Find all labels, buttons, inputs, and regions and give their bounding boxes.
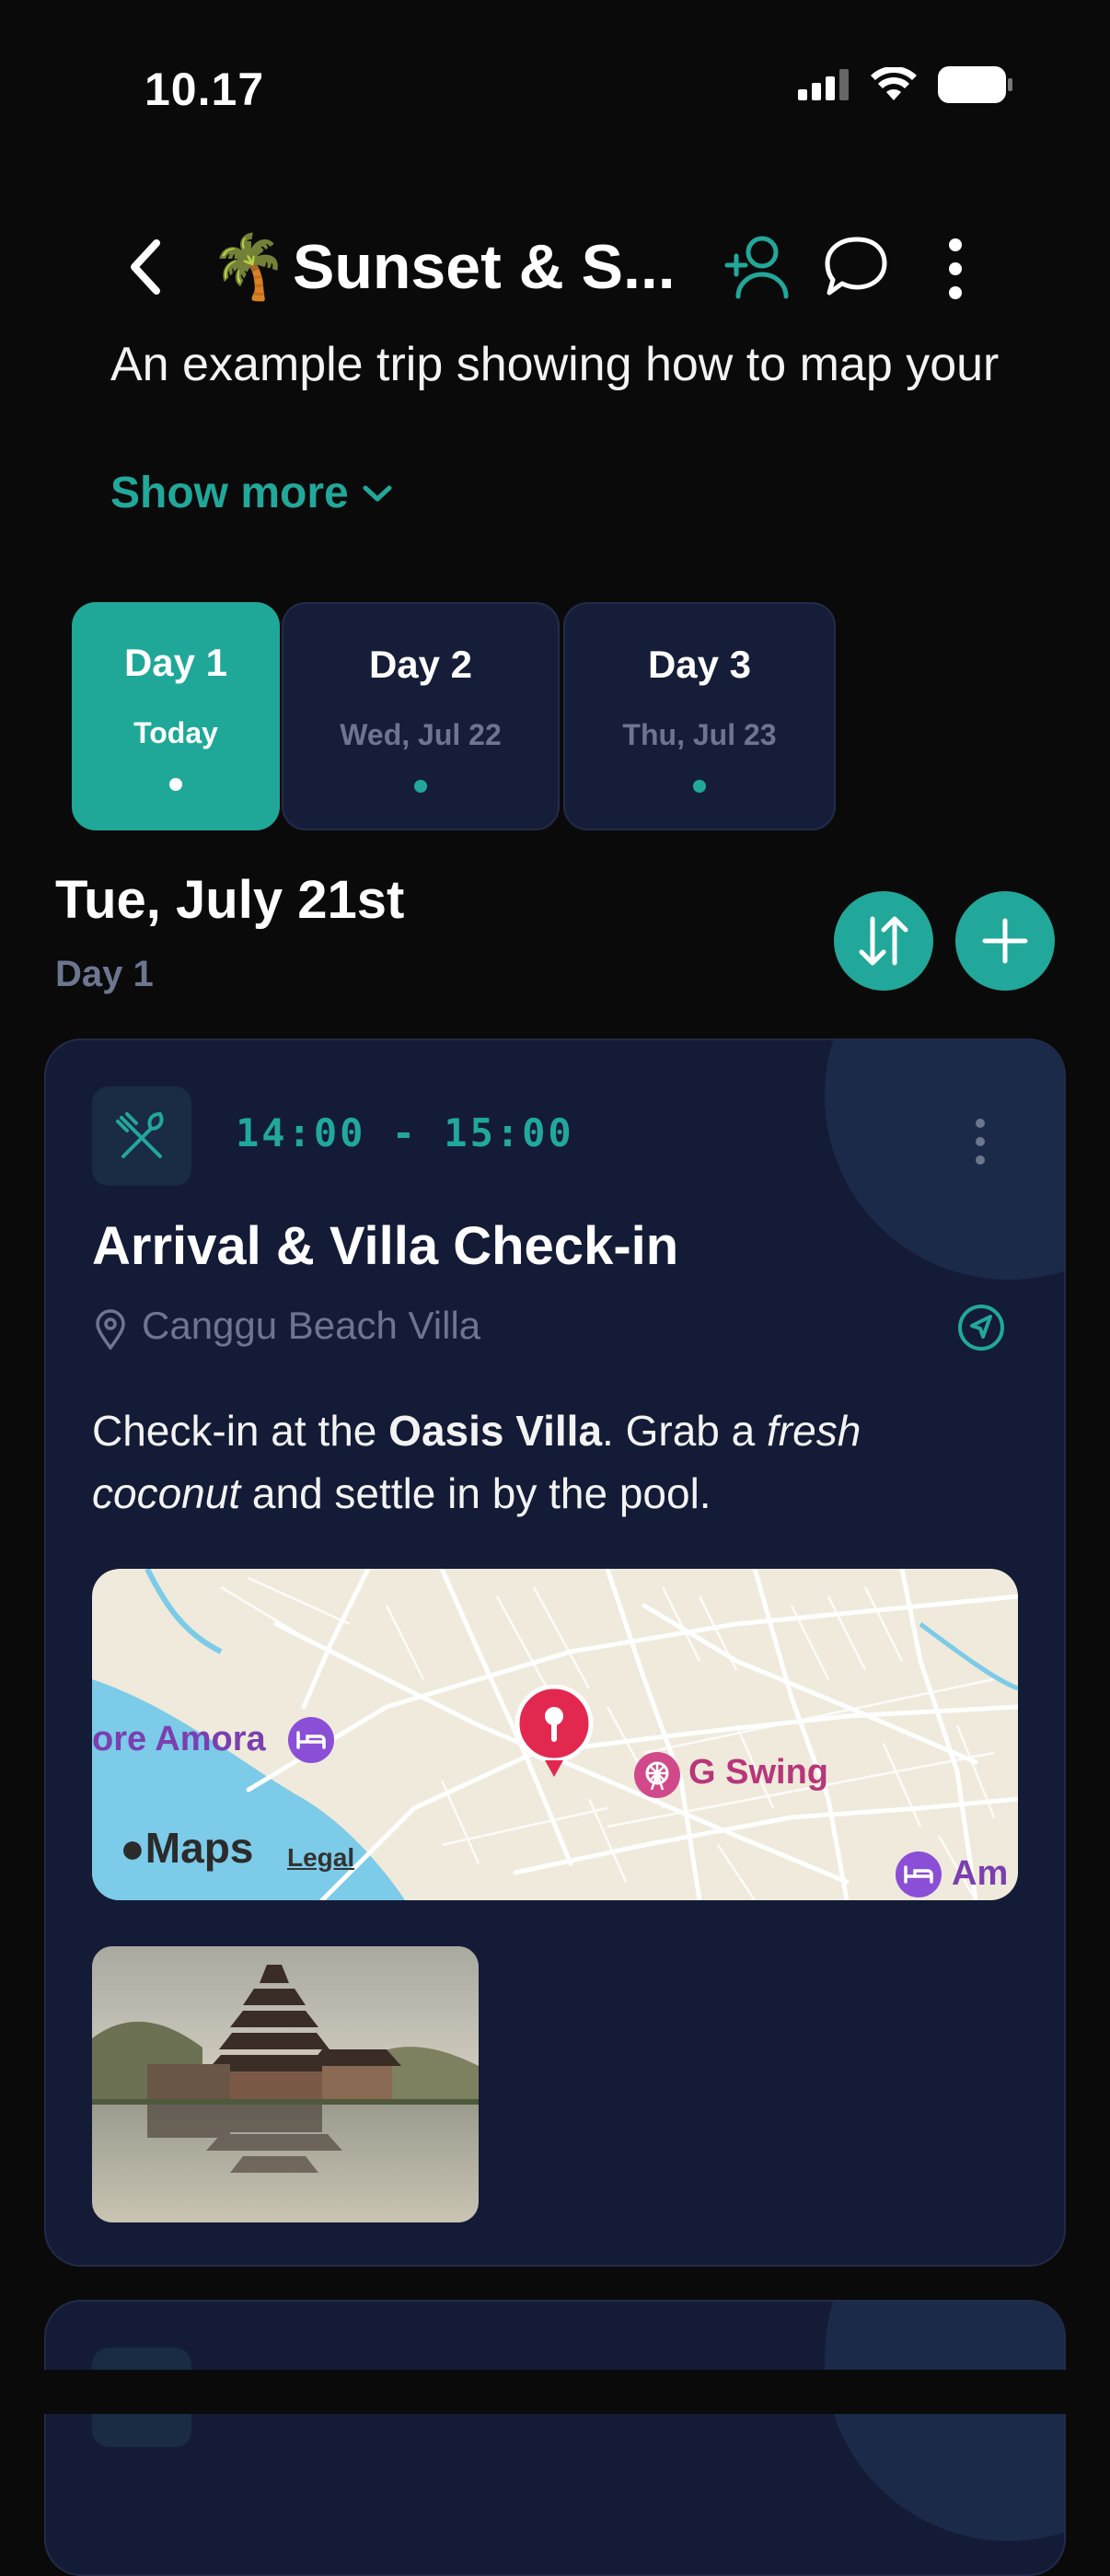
sort-arrows-icon — [859, 916, 908, 966]
add-event-button[interactable] — [955, 891, 1055, 991]
map-pin-icon — [515, 1685, 594, 1777]
desc-bold: Oasis Villa — [388, 1407, 603, 1455]
event-card[interactable]: 14:00 - 15:00 Arrival & Villa Check-in C… — [44, 1039, 1066, 2267]
bed-icon — [896, 1851, 942, 1897]
battery-icon — [938, 66, 1012, 103]
tab-day-2[interactable]: Day 2 Wed, Jul 22 — [282, 602, 560, 830]
show-more-label: Show more — [110, 469, 349, 517]
day-tab-dot — [693, 780, 706, 793]
card-decoration — [825, 1040, 1064, 1280]
navigate-icon[interactable] — [957, 1304, 1005, 1352]
desc-text: Check-in at the — [92, 1407, 389, 1455]
back-chevron-icon[interactable] — [120, 230, 175, 304]
ferris-wheel-icon — [634, 1752, 680, 1798]
day-tab-label: Day 3 — [647, 643, 752, 686]
maps-logo-text: Maps — [145, 1824, 254, 1872]
event-photo[interactable] — [92, 1946, 479, 2222]
status-icons — [798, 66, 1013, 103]
desc-text: . Grab a — [602, 1407, 768, 1455]
event-time: 14:00 - 15:00 — [236, 1110, 574, 1155]
desc-text: and settle in by the pool. — [240, 1469, 711, 1517]
day-number-label: Day 1 — [55, 954, 154, 994]
day-tab-dot — [414, 780, 427, 793]
day-tab-dot — [169, 778, 182, 791]
utensils-icon — [116, 1112, 164, 1158]
plus-icon — [982, 918, 1028, 964]
tab-day-1[interactable]: Day 1 Today — [72, 602, 280, 830]
day-tab-label: Day 2 — [368, 643, 473, 686]
category-badge — [92, 1086, 191, 1186]
bed-icon — [288, 1717, 334, 1763]
more-options-icon[interactable] — [928, 234, 983, 304]
event-more-icon[interactable] — [966, 1114, 994, 1169]
apple-maps-logo: ●Maps — [120, 1823, 253, 1873]
day-tab-date: Wed, Jul 22 — [340, 718, 502, 751]
tab-day-3[interactable]: Day 3 Thu, Jul 23 — [563, 602, 836, 830]
apple-logo-icon: ● — [120, 1824, 145, 1872]
wifi-icon — [871, 67, 917, 100]
day-tab-date: Today — [133, 716, 218, 749]
show-more-button[interactable]: Show more — [110, 468, 393, 518]
add-user-icon[interactable] — [723, 230, 790, 304]
day-date-heading: Tue, July 21st — [55, 870, 405, 930]
trip-title: Sunset & S... — [293, 232, 676, 302]
event-description: Check-in at the Oasis Villa. Grab a fres… — [92, 1399, 1012, 1525]
location-pin-icon — [96, 1309, 125, 1350]
event-title: Arrival & Villa Check-in — [92, 1216, 679, 1276]
card-decoration — [825, 2302, 1064, 2541]
day-tab-label: Day 1 — [123, 641, 228, 684]
chevron-down-icon — [363, 485, 392, 501]
day-tab-date: Thu, Jul 23 — [622, 718, 777, 751]
location-map[interactable]: ore Amora G Swing Am ●Maps Legal — [92, 1569, 1018, 1900]
trip-description: An example trip showing how to map your … — [110, 338, 1000, 391]
map-poi-left: ore Amora — [92, 1720, 266, 1758]
chat-bubble-icon[interactable] — [822, 232, 888, 302]
event-location[interactable]: Canggu Beach Villa — [142, 1304, 480, 1348]
reorder-button[interactable] — [834, 891, 933, 991]
temple-photo — [92, 1946, 479, 2222]
map-legal-link[interactable]: Legal — [287, 1843, 354, 1873]
map-poi-center: G Swing — [688, 1753, 828, 1792]
bottom-edge — [0, 2370, 1110, 2414]
cellular-signal-icon — [798, 69, 849, 100]
trip-emoji: 🌴 — [210, 232, 288, 302]
map-poi-right: Am — [952, 1854, 1009, 1893]
event-card-next[interactable] — [44, 2300, 1066, 2576]
status-time: 10.17 — [145, 64, 265, 115]
